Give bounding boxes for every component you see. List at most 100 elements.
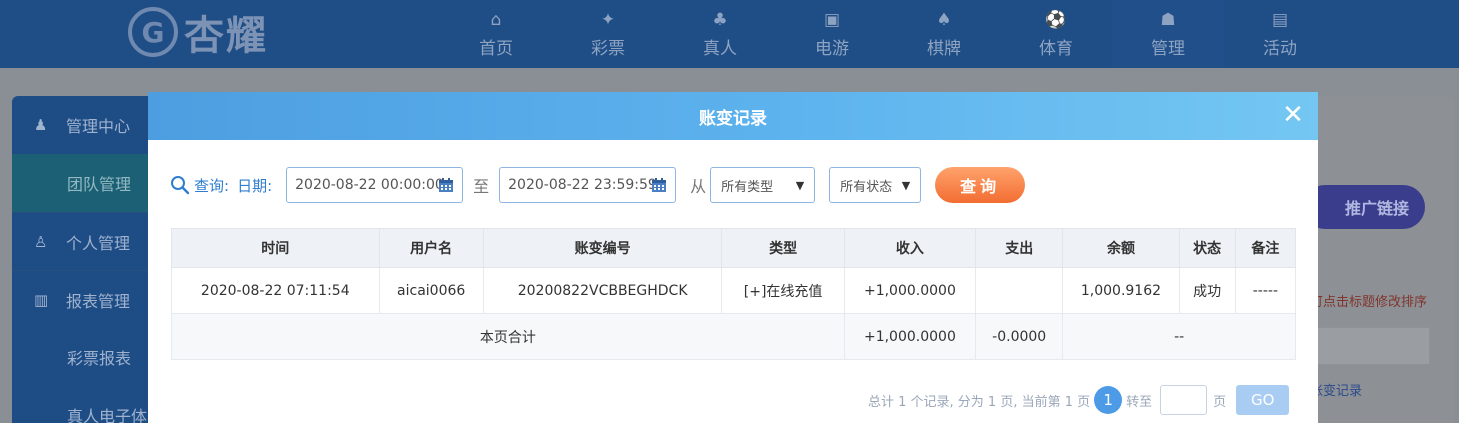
lottery-icon: ✦: [600, 9, 616, 30]
cell-income: +1,000.0000: [843, 267, 977, 314]
chevron-down-icon: ▼: [901, 178, 911, 192]
sidebar-item-live-electronic-report[interactable]: 真人电子体: [12, 386, 162, 423]
brand-logo[interactable]: G 杏耀: [128, 6, 268, 59]
summary-expense: -0.0000: [975, 313, 1064, 360]
column-header-status[interactable]: 状态: [1178, 228, 1236, 268]
summary-income: +1,000.0000: [843, 313, 977, 360]
status-select-value: 所有状态: [840, 179, 893, 195]
column-header-type[interactable]: 类型: [721, 228, 845, 268]
sidebar-item-label: 团队管理: [67, 175, 132, 194]
pagination: 总计 1 个记录, 分为 1 页, 当前第 1 页 1 转至 页 GO: [868, 385, 1290, 415]
column-header-remark[interactable]: 备注: [1234, 228, 1297, 268]
nav-item-home[interactable]: ⌂ 首页: [440, 0, 552, 68]
nav-item-live[interactable]: ♣ 真人: [664, 0, 776, 68]
status-select[interactable]: 所有状态 ▼: [829, 167, 922, 203]
nav-label: 真人: [703, 38, 737, 59]
goto-page-input[interactable]: [1160, 385, 1208, 415]
nav-item-cards[interactable]: ♠ 棋牌: [888, 0, 1000, 68]
sidebar: ♟ 管理中心 团队管理 ♙ 个人管理 ▥ 报表管理 彩票报表 真人电子体: [12, 96, 162, 423]
go-button[interactable]: GO: [1236, 385, 1290, 415]
cell-type: [+]在线充值: [721, 267, 845, 314]
sidebar-item-personal-management[interactable]: ♙ 个人管理: [12, 212, 162, 270]
type-select-value: 所有类型: [721, 179, 774, 195]
home-icon: ⌂: [490, 9, 502, 30]
type-select[interactable]: 所有类型 ▼: [710, 167, 816, 203]
promotion-link-button[interactable]: 推广链接: [1303, 185, 1425, 229]
background-table-header: [1310, 327, 1430, 365]
gift-icon: ▤: [1271, 9, 1289, 30]
cell-serial: 20200822VCBBEGHDCK: [482, 267, 723, 314]
column-header-time[interactable]: 时间: [171, 228, 380, 268]
filter-bar: 查询: 日期: 2020-08-22 00:00:00 至 2020-08-22…: [170, 166, 1026, 204]
logo-text: 杏耀: [184, 13, 268, 59]
promotion-link-label: 推广链接: [1344, 199, 1409, 218]
cell-username: aicai0066: [378, 267, 484, 314]
sidebar-item-label: 报表管理: [66, 291, 131, 311]
cards-icon: ♠: [936, 9, 952, 30]
end-date-input[interactable]: 2020-08-22 23:59:59: [499, 167, 677, 203]
calendar-icon[interactable]: [438, 177, 454, 193]
slot-icon: ▣: [823, 9, 841, 30]
query-button-label: 查询: [960, 177, 1001, 196]
cell-status: 成功: [1178, 267, 1236, 314]
column-header-expense[interactable]: 支出: [975, 228, 1064, 268]
start-date-value: 2020-08-22 00:00:00: [295, 177, 444, 193]
nav-item-lottery[interactable]: ✦ 彩票: [552, 0, 664, 68]
table-row: 2020-08-22 07:11:54 aicai0066 20200822VC…: [171, 267, 1297, 314]
column-header-income[interactable]: 收入: [843, 228, 977, 268]
sidebar-item-management-center[interactable]: ♟ 管理中心: [12, 96, 162, 154]
sidebar-item-lottery-report[interactable]: 彩票报表: [12, 328, 162, 386]
modal-title: 账变记录: [699, 108, 767, 129]
cell-remark: -----: [1234, 267, 1297, 314]
cell-balance: 1,000.9162: [1062, 267, 1180, 314]
user-icon: ♙: [34, 232, 48, 251]
live-dealer-icon: ♣: [712, 9, 728, 30]
nav-item-activity[interactable]: ▤ 活动: [1224, 0, 1336, 68]
calendar-icon[interactable]: [651, 177, 667, 193]
nav-label: 电游: [815, 38, 849, 59]
start-date-input[interactable]: 2020-08-22 00:00:00: [286, 167, 464, 203]
sidebar-item-team-management[interactable]: 团队管理: [12, 154, 162, 212]
summary-row: 本页合计 +1,000.0000 -0.0000 --: [171, 313, 1296, 360]
page-number-button[interactable]: 1: [1094, 386, 1123, 414]
sidebar-item-report-management[interactable]: ▥ 报表管理: [12, 270, 162, 328]
account-change-table: 时间 用户名 账变编号 类型 收入 支出 余额 状态 备注 2020-08-22…: [171, 228, 1297, 360]
nav-item-slots[interactable]: ▣ 电游: [776, 0, 888, 68]
close-icon[interactable]: ✕: [1280, 102, 1306, 128]
goto-label: 转至: [1126, 394, 1153, 410]
nav-item-sports[interactable]: ⚽ 体育: [1000, 0, 1112, 68]
modal-header: 账变记录 ✕: [148, 92, 1318, 140]
logo-mark-icon: G: [128, 7, 178, 57]
search-icon: [171, 176, 190, 195]
end-date-value: 2020-08-22 23:59:59: [508, 177, 657, 193]
date-label: 日期:: [237, 176, 273, 195]
to-label: 至: [473, 177, 490, 196]
sidebar-item-label: 彩票报表: [67, 349, 132, 368]
summary-rest: --: [1062, 313, 1296, 360]
manage-icon: ☗: [1160, 9, 1176, 30]
column-header-serial[interactable]: 账变编号: [482, 228, 723, 268]
nav-item-manage[interactable]: ☗ 管理: [1112, 0, 1224, 68]
sidebar-item-label: 个人管理: [66, 233, 131, 253]
query-label-text: 查询:: [194, 176, 230, 195]
main-nav: ⌂ 首页 ✦ 彩票 ♣ 真人 ▣ 电游 ♠ 棋牌 ⚽ 体育 ☗ 管理 ▤ 活动: [440, 0, 1336, 68]
nav-label: 活动: [1263, 38, 1297, 59]
table-header-row: 时间 用户名 账变编号 类型 收入 支出 余额 状态 备注: [171, 228, 1297, 268]
top-navigation-bar: G 杏耀 ⌂ 首页 ✦ 彩票 ♣ 真人 ▣ 电游 ♠ 棋牌 ⚽ 体育 ☗ 管理: [0, 0, 1459, 68]
chevron-down-icon: ▼: [795, 178, 805, 192]
sports-icon: ⚽: [1045, 9, 1067, 30]
nav-label: 首页: [479, 38, 513, 59]
query-button[interactable]: 查询: [935, 167, 1026, 203]
nav-label: 棋牌: [927, 38, 961, 59]
nav-label: 管理: [1151, 38, 1185, 59]
query-label: 查询:: [170, 175, 229, 196]
nav-label: 彩票: [591, 38, 625, 59]
sort-hint-text: 可点击标题修改排序: [1310, 295, 1428, 310]
column-header-balance[interactable]: 余额: [1062, 228, 1180, 268]
page-unit-label: 页: [1213, 394, 1227, 410]
cell-expense: [975, 267, 1064, 314]
nav-label: 体育: [1039, 38, 1073, 59]
users-icon: ♟: [34, 116, 48, 134]
sidebar-item-label: 真人电子体: [67, 407, 148, 423]
column-header-username[interactable]: 用户名: [378, 228, 484, 268]
